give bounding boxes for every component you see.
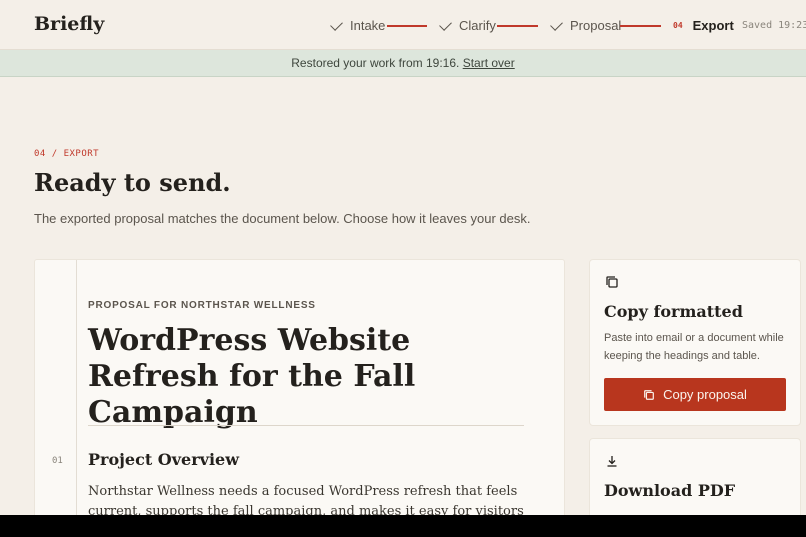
download-pdf-card: Download PDF <box>589 438 801 515</box>
copy-icon <box>606 276 618 288</box>
top-bar: Briefly Intake Clarify Proposal 04 Expor… <box>0 0 806 50</box>
card-title: Download PDF <box>604 481 736 500</box>
check-icon <box>439 17 452 31</box>
card-title: Copy formatted <box>604 302 743 321</box>
check-icon <box>330 17 343 31</box>
page-subtitle: The exported proposal matches the docume… <box>34 211 531 226</box>
card-description: Paste into email or a document while kee… <box>604 332 784 362</box>
step-number: 04 <box>673 21 683 30</box>
step-label: Clarify <box>459 18 496 33</box>
app-viewport: Briefly Intake Clarify Proposal 04 Expor… <box>0 0 806 515</box>
button-label: Copy proposal <box>663 387 747 402</box>
section-number: 01 <box>52 456 63 466</box>
step-label: Intake <box>350 18 386 33</box>
margin-rule <box>76 260 77 515</box>
step-label: Proposal <box>570 18 622 33</box>
proposal-document: PROPOSAL FOR NORTHSTAR WELLNESS WordPres… <box>34 259 565 515</box>
progress-stepper: Intake Clarify Proposal 04 Export <box>0 0 806 50</box>
download-icon <box>607 456 617 467</box>
step-connector <box>497 25 538 27</box>
copy-proposal-button[interactable]: Copy proposal <box>604 378 786 411</box>
step-clarify[interactable]: Clarify <box>439 17 496 33</box>
step-export[interactable]: 04 Export <box>673 18 734 33</box>
section-eyebrow: 04 / EXPORT <box>34 149 100 159</box>
step-connector <box>387 25 427 27</box>
step-label: Export <box>692 18 734 33</box>
restore-banner: Restored your work from 19:16. Start ove… <box>0 50 806 77</box>
step-intake[interactable]: Intake <box>330 17 386 33</box>
divider <box>88 425 524 426</box>
document-title: WordPress Website Refresh for the Fall C… <box>88 323 416 430</box>
step-connector <box>620 25 661 27</box>
saved-status: Saved 19:23 <box>742 20 806 31</box>
check-icon <box>550 17 563 31</box>
start-over-link[interactable]: Start over <box>463 56 515 70</box>
banner-text: Restored your work from 19:16. <box>291 56 460 70</box>
copy-formatted-card: Copy formatted Paste into email or a doc… <box>589 259 801 426</box>
page-title: Ready to send. <box>34 168 231 197</box>
section-title: Project Overview <box>88 450 239 469</box>
copy-icon <box>644 389 654 400</box>
section-body: Northstar Wellness needs a focused WordP… <box>88 484 524 515</box>
document-eyebrow: PROPOSAL FOR NORTHSTAR WELLNESS <box>88 300 316 311</box>
step-proposal[interactable]: Proposal <box>550 17 622 33</box>
